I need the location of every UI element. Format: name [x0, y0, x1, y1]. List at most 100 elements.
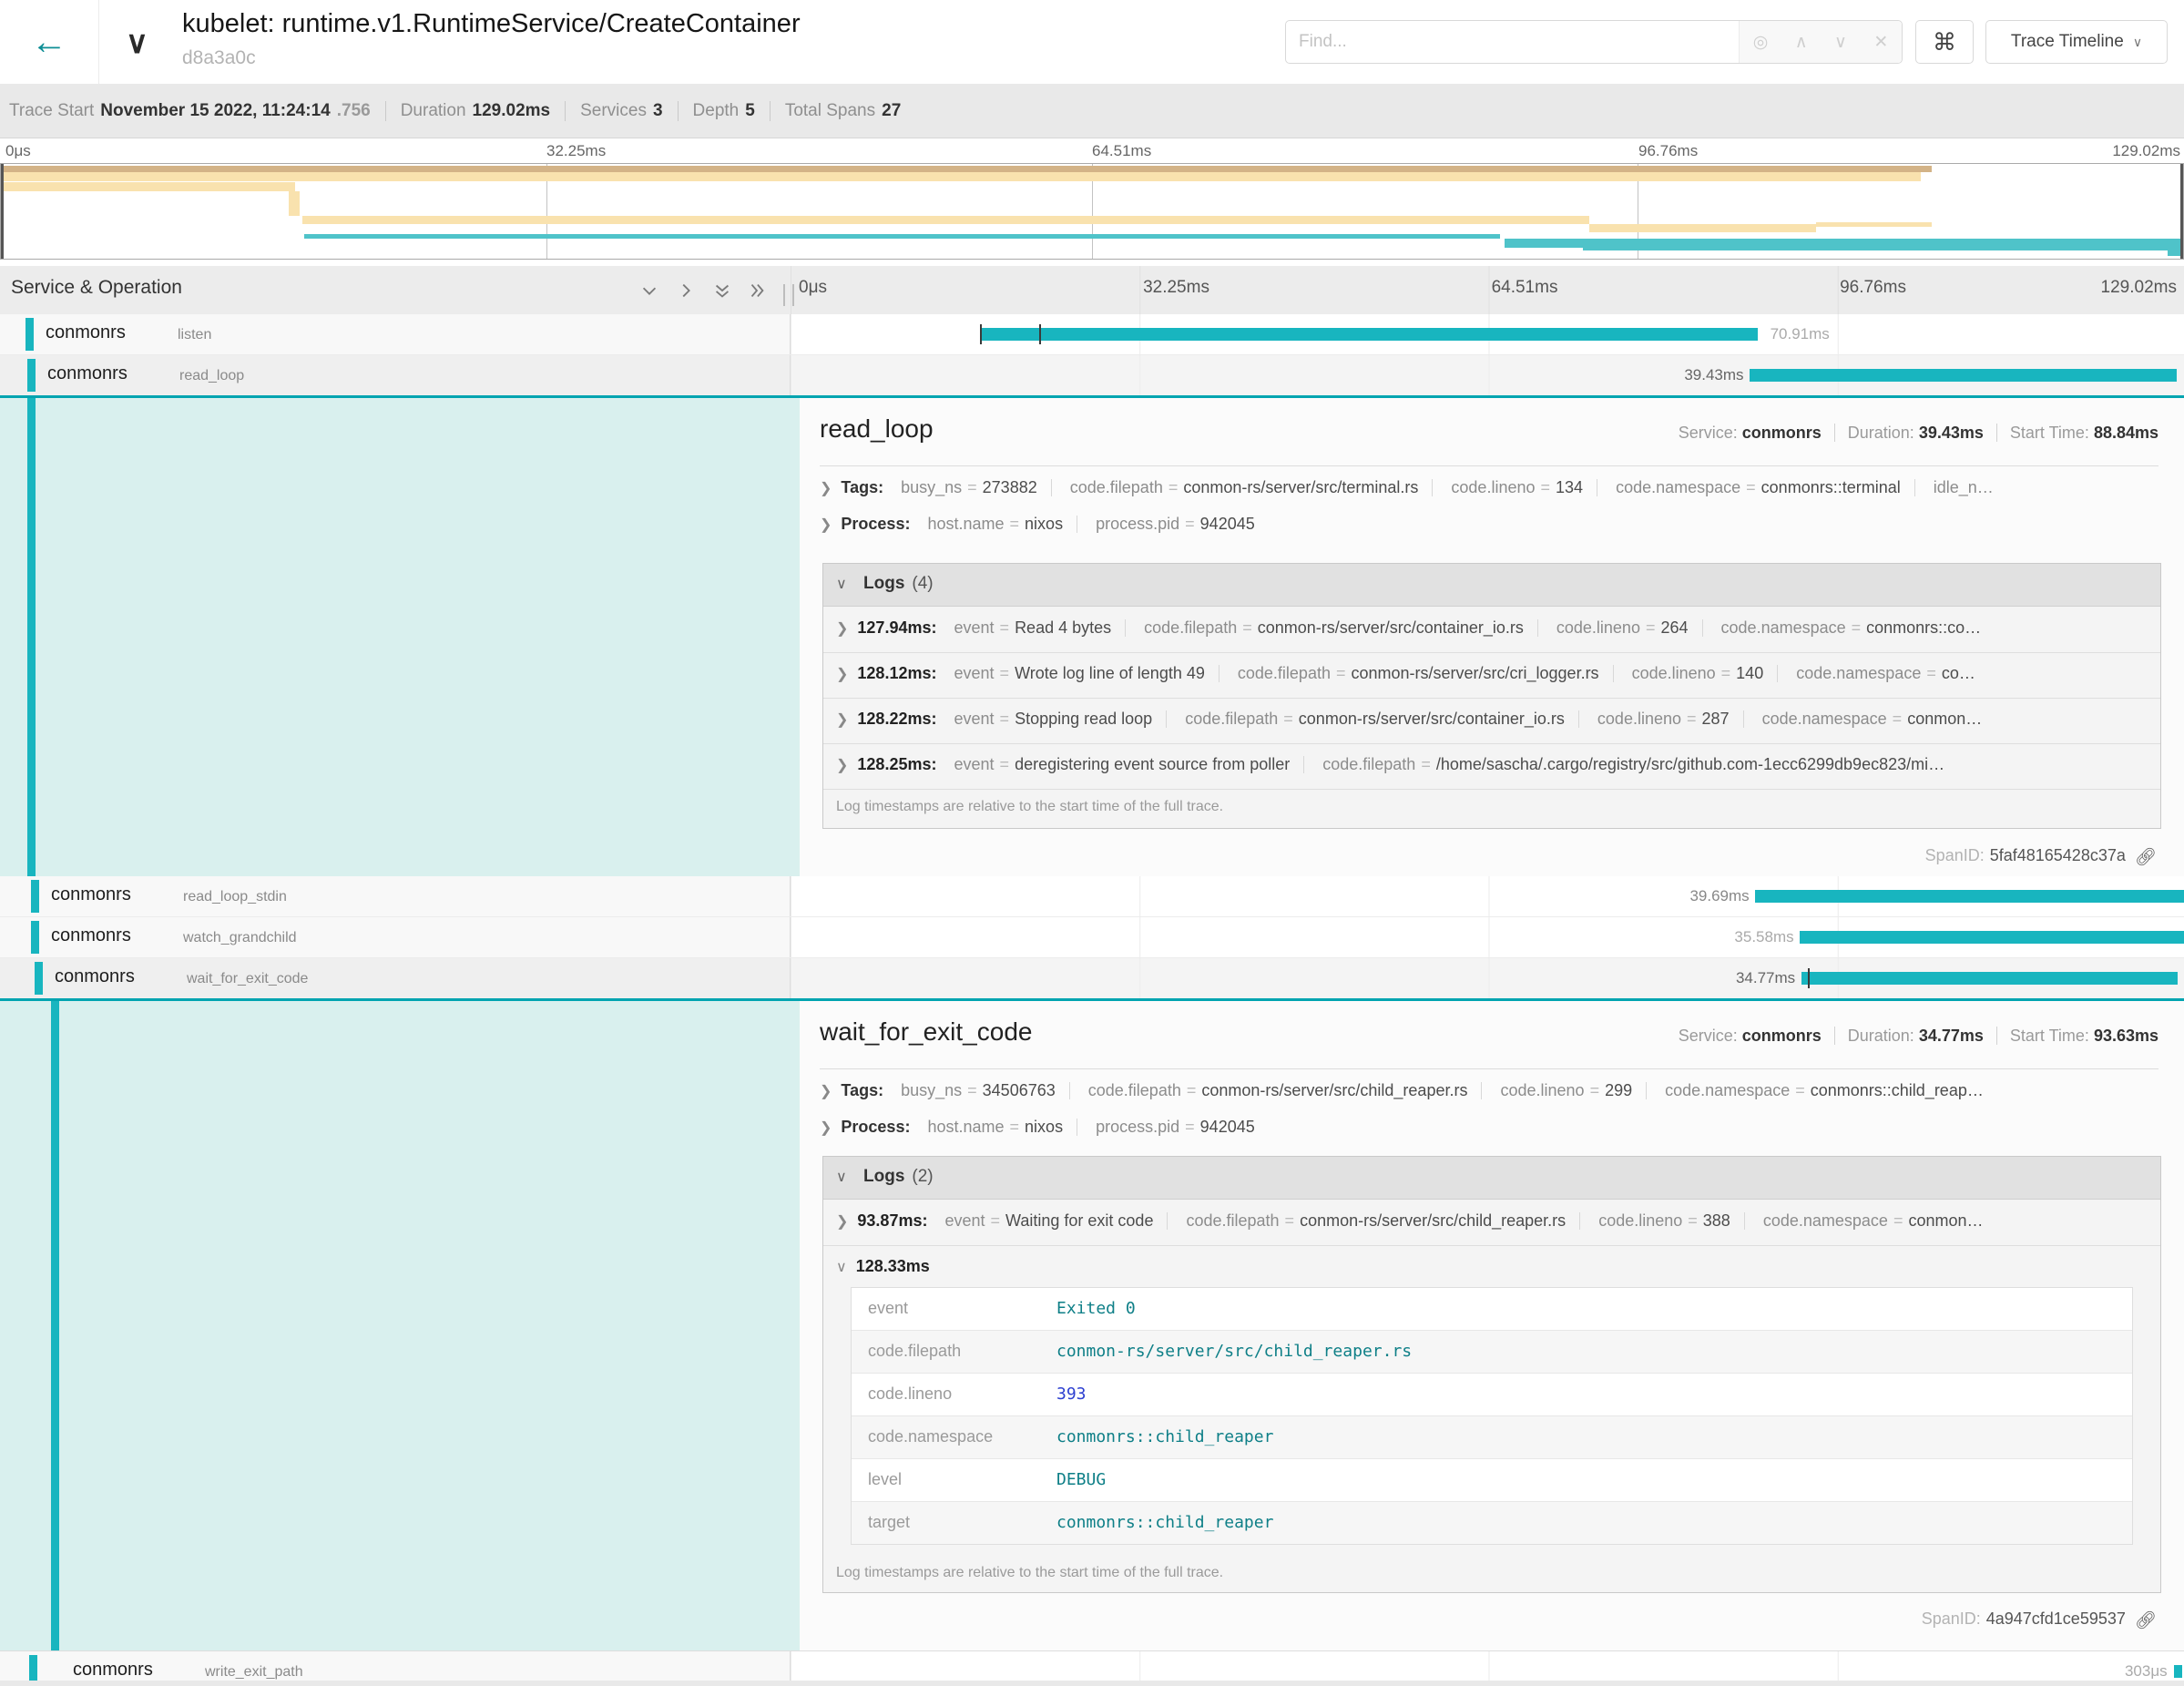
divider [678, 101, 679, 121]
next-match-icon[interactable]: ∨ [1834, 32, 1847, 53]
span-detail-content: read_loop Service: conmonrsDuration: 39.… [800, 398, 2184, 876]
timeline-tick: 64.51ms [1492, 278, 1558, 298]
span-detail-read-loop: read_loop Service: conmonrsDuration: 39.… [0, 398, 2184, 877]
span-row-watch-grandchild[interactable]: conmonrs watch_grandchild 35.58ms [0, 917, 2184, 958]
service-name: conmonrs [51, 884, 131, 905]
span-timeline-cell: 39.43ms [791, 355, 2184, 395]
span-bar[interactable] [1750, 369, 2176, 382]
find-input[interactable] [1286, 21, 1739, 63]
trace-duration: Duration129.02ms [401, 101, 550, 121]
chevron-down-icon: ∨ [836, 1168, 847, 1186]
span-detail-title: read_loop [820, 414, 934, 444]
span-bar[interactable] [980, 328, 1758, 341]
span-row-read-loop[interactable]: conmonrs read_loop 39.43ms [0, 355, 2184, 398]
back-button[interactable]: ← [0, 0, 99, 84]
trace-start: Trace StartNovember 15 2022, 11:24:14.75… [9, 101, 371, 121]
log-entry[interactable]: ❯128.22ms: event=Stopping read loop code… [823, 698, 2160, 744]
command-icon: ⌘ [1933, 28, 1956, 56]
log-field-row: code.filepath conmon-rs/server/src/child… [852, 1331, 2132, 1374]
span-bar[interactable] [2174, 1665, 2181, 1678]
span-name-cell: conmonrs watch_grandchild [0, 917, 791, 957]
prev-match-icon[interactable]: ∧ [1795, 32, 1808, 53]
logs-header[interactable]: ∨ Logs(2) [823, 1157, 2160, 1200]
divider [820, 465, 2158, 466]
log-field-row: event Exited 0 [852, 1288, 2132, 1331]
trace-summary-bar: Trace StartNovember 15 2022, 11:24:14.75… [0, 84, 2184, 138]
timeline-header: 0μs 32.25ms 64.51ms 96.76ms 129.02ms [791, 266, 2184, 314]
operation-name: wait_for_exit_code [187, 971, 308, 987]
operation-name: read_loop_stdin [183, 889, 287, 905]
span-row-read-loop-stdin[interactable]: conmonrs read_loop_stdin 39.69ms [0, 876, 2184, 917]
span-color-bar [29, 1655, 37, 1681]
chevron-right-icon: ❯ [836, 758, 848, 773]
minimap-tick: 64.51ms [1092, 142, 1151, 160]
total-spans-count: Total Spans27 [785, 101, 901, 121]
span-timeline-cell: 34.77ms [791, 958, 2184, 998]
log-entry-expanded[interactable]: ∨128.33ms [823, 1245, 2160, 1291]
process-row[interactable]: ❯Process: host.name=nixos process.pid=94… [820, 515, 2158, 547]
log-marker [1039, 324, 1041, 344]
divider [565, 101, 566, 121]
chevron-down-icon[interactable]: ∨ [126, 27, 148, 58]
view-select-button[interactable]: Trace Timeline ∨ [1985, 20, 2168, 64]
span-color-bar [27, 359, 36, 392]
next-row-sliver [0, 1681, 2184, 1686]
span-color-bar [31, 921, 39, 954]
span-timeline-cell: 70.91ms [791, 314, 2184, 354]
locate-icon[interactable]: ◎ [1753, 32, 1769, 53]
timeline-tick: 0μs [799, 278, 827, 298]
log-marker [980, 324, 982, 344]
span-duration-label: 39.69ms [1689, 887, 1749, 905]
span-duration-label: 35.58ms [1734, 928, 1793, 946]
find-box: ◎ ∧ ∨ ✕ [1285, 20, 1903, 64]
link-icon[interactable]: 🔗︎ [2135, 1609, 2157, 1631]
collapse-all-icon[interactable] [710, 281, 734, 301]
range-handle-left[interactable] [1, 164, 4, 259]
minimap-tick: 129.02ms [2112, 142, 2180, 160]
span-name-cell: conmonrs read_loop [0, 355, 791, 395]
span-table-header: Service & Operation 0μs 32.25ms 64.51ms … [0, 266, 2184, 315]
chevron-right-icon: ❯ [836, 1214, 848, 1230]
minimap-span-bar [302, 216, 1590, 224]
log-entry[interactable]: ❯128.25ms: event=deregistering event sou… [823, 743, 2160, 790]
process-row[interactable]: ❯Process: host.name=nixos process.pid=94… [820, 1118, 2158, 1150]
service-name: conmonrs [55, 966, 135, 987]
minimap-span-bar [1, 166, 1932, 172]
log-entry[interactable]: ❯128.12ms: event=Wrote log line of lengt… [823, 652, 2160, 699]
logs-section: ∨ Logs(2) ❯93.87ms: event=Waiting for ex… [822, 1156, 2161, 1593]
service-name: conmonrs [51, 925, 131, 946]
span-row-wait-for-exit-code[interactable]: conmonrs wait_for_exit_code 34.77ms [0, 958, 2184, 1001]
log-entry[interactable]: ❯127.94ms: event=Read 4 bytes code.filep… [823, 607, 2160, 653]
span-bar[interactable] [1755, 890, 2184, 903]
span-duration-label: 39.43ms [1684, 366, 1743, 384]
span-row-listen[interactable]: conmonrs listen 70.91ms [0, 314, 2184, 355]
divider [385, 101, 386, 121]
clear-search-icon[interactable]: ✕ [1873, 32, 1888, 53]
chevron-right-icon: ❯ [820, 1120, 832, 1136]
span-row-write-exit-path[interactable]: conmonrs write_exit_path 303μs [0, 1651, 2184, 1681]
minimap-canvas[interactable] [0, 163, 2184, 260]
expand-one-icon[interactable] [674, 281, 698, 301]
span-bar[interactable] [1800, 931, 2184, 944]
timeline-tick: 96.76ms [1840, 278, 1906, 298]
logs-section: ∨ Logs(4) ❯127.94ms: event=Read 4 bytes … [822, 563, 2161, 829]
minimap-span-bar [1, 182, 295, 191]
operation-name: listen [178, 327, 211, 343]
span-name-cell: conmonrs listen [0, 314, 791, 354]
logs-header[interactable]: ∨ Logs(4) [823, 564, 2160, 607]
span-id: SpanID:4a947cfd1ce59537🔗︎ [1922, 1609, 2157, 1631]
link-icon[interactable]: 🔗︎ [2135, 846, 2157, 868]
keyboard-shortcuts-button[interactable]: ⌘ [1915, 20, 1974, 64]
log-entry[interactable]: ❯93.87ms: event=Waiting for exit code co… [823, 1200, 2160, 1246]
minimap-span-bar [289, 191, 300, 216]
span-name-cell: conmonrs write_exit_path [0, 1651, 791, 1681]
divider [820, 1068, 2158, 1069]
span-bar[interactable] [1801, 972, 2177, 985]
log-field-row: target conmonrs::child_reaper [852, 1502, 2132, 1544]
operation-name: watch_grandchild [183, 930, 297, 946]
range-handle-right[interactable] [2180, 164, 2183, 259]
expand-all-icon[interactable] [745, 281, 769, 301]
collapse-one-icon[interactable] [638, 281, 661, 301]
tags-row[interactable]: ❯Tags: busy_ns=273882 code.filepath=conm… [820, 478, 2158, 511]
tags-row[interactable]: ❯Tags: busy_ns=34506763 code.filepath=co… [820, 1081, 2158, 1114]
